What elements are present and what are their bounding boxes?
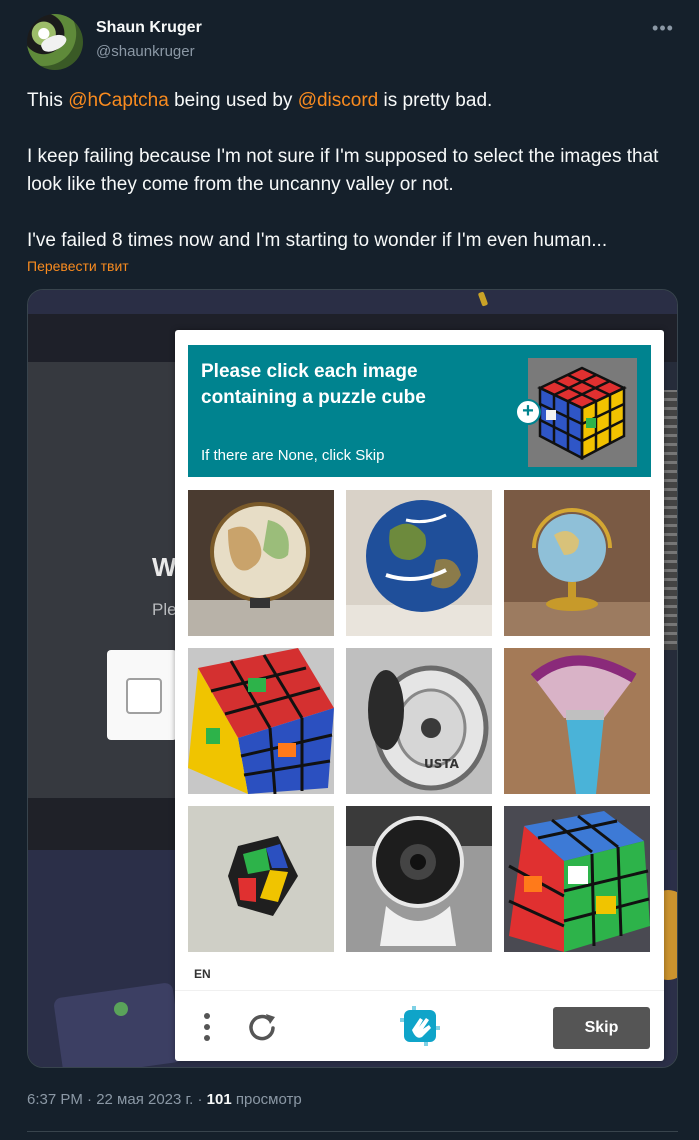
plus-icon: +: [515, 399, 541, 425]
captcha-tile-earth[interactable]: [346, 490, 492, 636]
screenshot-bg-qr: [664, 390, 677, 650]
captcha-tile-puzzle-cube-1[interactable]: [188, 648, 334, 794]
captcha-prompt-subtext: If there are None, click Skip: [201, 447, 385, 464]
captcha-tile-webcam[interactable]: [346, 806, 492, 952]
tweet-text-part: This: [27, 90, 69, 111]
mention-hcaptcha[interactable]: @hCaptcha: [68, 90, 169, 111]
screenshot-bg-decor: [114, 1002, 128, 1016]
screenshot-bg-subtext: Ple: [152, 600, 177, 619]
captcha-tile-dumbbell[interactable]: USTA: [346, 648, 492, 794]
tweet-text-part: is pretty bad.: [378, 90, 493, 111]
divider: [27, 1131, 678, 1132]
captcha-image-grid: USTA: [188, 490, 651, 952]
refresh-icon[interactable]: [248, 1011, 278, 1043]
captcha-tile-globe-2[interactable]: [504, 490, 650, 636]
checkbox-icon: [126, 678, 162, 714]
screenshot-bg-strip: [28, 798, 188, 850]
tweet-text-part: being used by: [168, 90, 298, 111]
language-selector[interactable]: EN: [194, 967, 211, 981]
translate-tweet-link[interactable]: Перевести твит: [27, 258, 129, 274]
hcaptcha-logo-icon[interactable]: [400, 1006, 440, 1046]
ellipsis-icon[interactable]: •••: [649, 16, 677, 40]
tweet-text-paragraph: I keep failing because I'm not sure if I…: [27, 146, 659, 195]
menu-dots-icon[interactable]: [197, 1011, 217, 1043]
tweet-media-image[interactable]: W Ple Please click each image containing…: [27, 289, 678, 1068]
tweet-header: Shaun Kruger @shaunkruger •••: [27, 14, 679, 70]
screenshot-bg-decor: [53, 982, 183, 1067]
captcha-tile-puzzle-cube-2[interactable]: [188, 806, 334, 952]
captcha-prompt-text: Please click each image containing a puz…: [201, 361, 426, 408]
captcha-tile-makeup-brush[interactable]: [504, 648, 650, 794]
avatar[interactable]: [27, 14, 83, 70]
author-name[interactable]: Shaun Kruger: [96, 19, 202, 37]
skip-button[interactable]: Skip: [553, 1007, 650, 1049]
screenshot-bg-checkbox-card: [107, 650, 177, 740]
captcha-tile-puzzle-cube-3[interactable]: [504, 806, 650, 952]
tweet-timestamp[interactable]: 6:37 PM · 22 мая 2023 г. ·: [27, 1091, 207, 1108]
views-label: просмотр: [231, 1091, 302, 1108]
captcha-prompt: Please click each image containing a puz…: [188, 345, 651, 477]
tweet-text-paragraph: I've failed 8 times now and I'm starting…: [27, 230, 608, 251]
tweet-text: This @hCaptcha being used by @discord is…: [27, 87, 683, 255]
author-handle[interactable]: @shaunkruger: [96, 43, 195, 60]
screenshot-bg-top: [28, 290, 677, 314]
captcha-tile-globe-1[interactable]: [188, 490, 334, 636]
screenshot-bg-heading: W: [152, 552, 177, 582]
views-count: 101: [206, 1091, 232, 1108]
hcaptcha-challenge: Please click each image containing a puz…: [175, 330, 664, 1061]
svg-text:USTA: USTA: [424, 757, 460, 771]
mention-discord[interactable]: @discord: [298, 90, 379, 111]
tweet-meta: 6:37 PM · 22 мая 2023 г. · 101 просмотр: [27, 1091, 302, 1108]
captcha-footer-divider: [175, 990, 664, 991]
captcha-example-image: [528, 358, 637, 467]
